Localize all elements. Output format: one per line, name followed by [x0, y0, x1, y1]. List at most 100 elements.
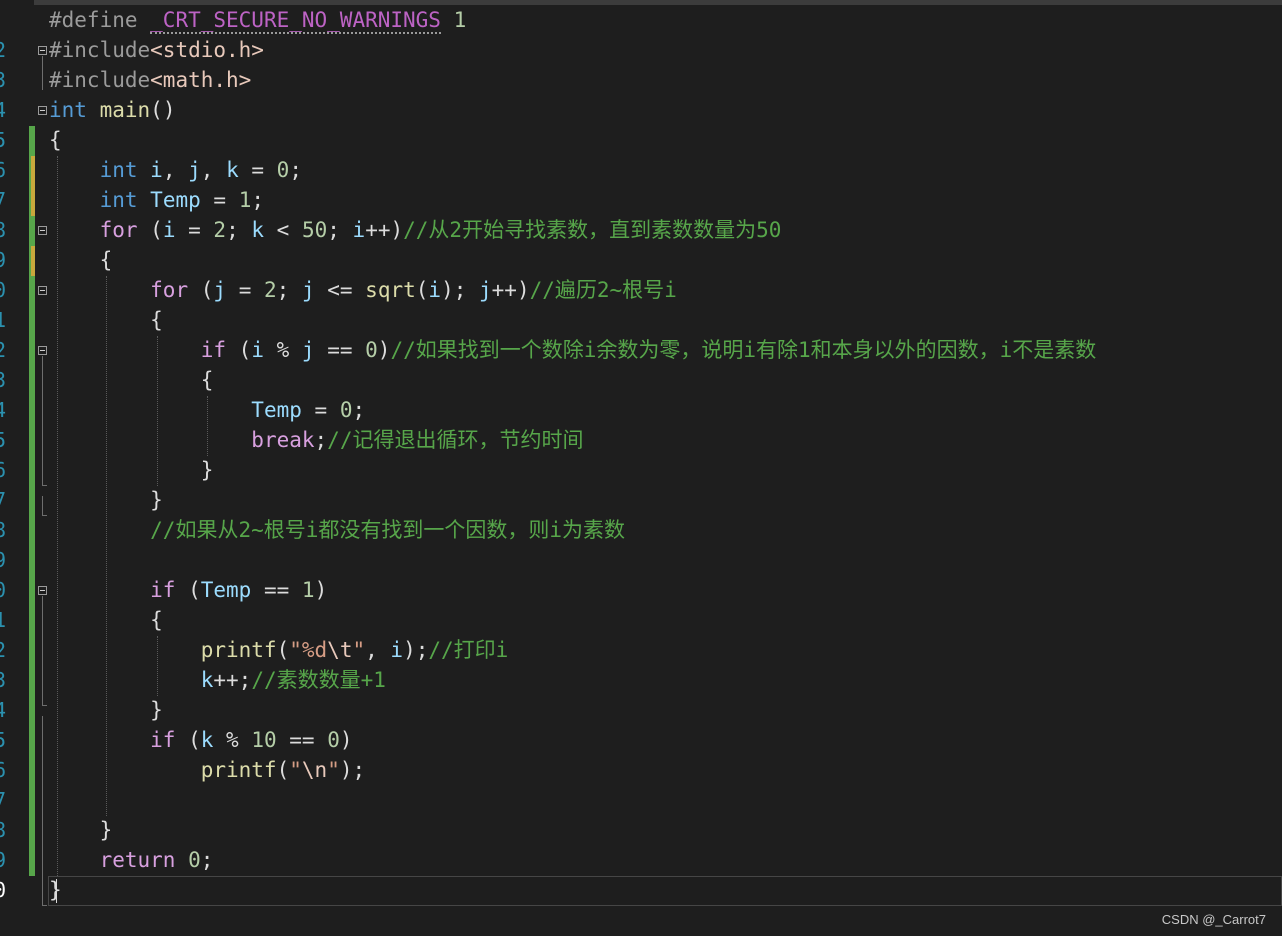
code-token: ( [188, 278, 214, 302]
code-line[interactable]: #include<stdio.h> [49, 35, 264, 65]
line-number: 1 [0, 605, 6, 635]
code-line[interactable]: } [49, 485, 163, 515]
code-line[interactable]: for (j = 2; j <= sqrt(i); j++)//遍历2~根号i [49, 275, 677, 305]
code-line[interactable]: int main() [49, 95, 175, 125]
code-token: ) [339, 728, 353, 752]
code-line[interactable]: Temp = 0; [49, 395, 365, 425]
code-line[interactable]: //如果从2~根号i都没有找到一个因数，则i为素数 [49, 515, 625, 545]
code-line[interactable]: for (i = 2; k < 50; i++)//从2开始寻找素数，直到素数数… [49, 215, 782, 245]
code-token: k [200, 728, 214, 752]
code-token: break [251, 428, 315, 452]
line-number: 5 [0, 425, 6, 455]
fold-collapse-icon[interactable] [38, 226, 47, 235]
code-token: i [251, 338, 264, 362]
line-number: 6 [0, 755, 6, 785]
code-token: ( [137, 218, 163, 242]
line-number: 7 [0, 785, 6, 815]
code-token: ( [276, 758, 290, 782]
fold-collapse-icon[interactable] [38, 46, 47, 55]
code-line[interactable]: if (Temp == 1) [49, 575, 327, 605]
fold-end-tick [42, 485, 47, 486]
code-line[interactable]: k++;//素数数量+1 [49, 665, 386, 695]
code-token: #include [49, 68, 151, 92]
code-line[interactable]: #include<math.h> [49, 65, 251, 95]
code-token: 2 [213, 218, 227, 242]
line-number: 0 [0, 575, 6, 605]
code-token: k [251, 218, 265, 242]
code-token: == [314, 338, 366, 362]
fold-collapse-icon[interactable] [38, 586, 47, 595]
code-line[interactable]: { [49, 605, 163, 635]
code-line[interactable]: { [49, 365, 214, 395]
code-token: i [428, 278, 442, 302]
code-token: ); [441, 278, 479, 302]
line-number: 0 [0, 275, 6, 305]
code-line[interactable]: #define _CRT_SECURE_NO_WARNINGS 1 [49, 5, 466, 35]
code-line[interactable]: return 0; [49, 845, 214, 875]
code-line[interactable]: { [49, 245, 113, 275]
code-token: , [365, 638, 391, 662]
fold-region-line [42, 496, 43, 516]
fold-collapse-icon[interactable] [38, 106, 47, 115]
line-number: 8 [0, 815, 6, 845]
code-line[interactable]: { [49, 125, 62, 155]
code-token: ; [352, 398, 366, 422]
modified-indicator-bar [31, 246, 35, 276]
code-token: { [49, 248, 113, 272]
code-token: printf [200, 638, 277, 662]
code-token: j [479, 278, 492, 302]
code-token: int [99, 188, 138, 212]
code-line[interactable]: } [49, 875, 62, 905]
code-line[interactable]: } [49, 455, 214, 485]
code-token: } [49, 488, 163, 512]
code-token: % [263, 338, 302, 362]
code-line[interactable]: int i, j, k = 0; [49, 155, 302, 185]
code-token: == [251, 578, 302, 602]
code-token: = [200, 188, 239, 212]
line-number: 2 [0, 635, 6, 665]
code-token: main [99, 98, 151, 122]
code-editor[interactable]: 23456789012345678901234567890 #define _C… [0, 0, 1282, 936]
line-number: 3 [0, 665, 6, 695]
code-line[interactable]: } [49, 695, 163, 725]
code-token: } [49, 818, 113, 842]
code-token: ++) [365, 218, 404, 242]
code-line[interactable]: int Temp = 1; [49, 185, 264, 215]
code-line[interactable]: break;//记得退出循环，节约时间 [49, 425, 583, 455]
code-token: ( [415, 278, 429, 302]
line-number: 5 [0, 725, 6, 755]
fold-region-line [42, 596, 43, 706]
code-token: , [162, 158, 189, 182]
code-token: i [162, 218, 176, 242]
code-token: \n [301, 758, 328, 782]
line-number: 9 [0, 245, 6, 275]
line-number: 4 [0, 695, 6, 725]
code-token: " [327, 758, 340, 782]
fold-collapse-icon[interactable] [38, 346, 47, 355]
code-line[interactable]: printf("\n"); [49, 755, 365, 785]
code-token: k [226, 158, 239, 182]
code-token: } [49, 698, 163, 722]
code-line[interactable]: printf("%d\t", i);//打印i [49, 635, 509, 665]
code-line[interactable]: } [49, 815, 113, 845]
code-line[interactable]: { [49, 305, 163, 335]
code-token: j [301, 338, 315, 362]
code-line[interactable]: if (i % j == 0)//如果找到一个数除i余数为零，说明i有除1和本身… [49, 335, 1097, 365]
code-token: ; [226, 218, 252, 242]
code-token: 0 [188, 848, 201, 872]
code-token: i [390, 638, 404, 662]
code-token: 2 [263, 278, 277, 302]
code-line[interactable]: if (k % 10 == 0) [49, 725, 353, 755]
line-number: 4 [0, 395, 6, 425]
fold-collapse-icon[interactable] [38, 286, 47, 295]
code-token: ); [403, 638, 429, 662]
code-token: sqrt [365, 278, 416, 302]
code-token: 1 [238, 188, 252, 212]
code-token: ++; [213, 668, 252, 692]
